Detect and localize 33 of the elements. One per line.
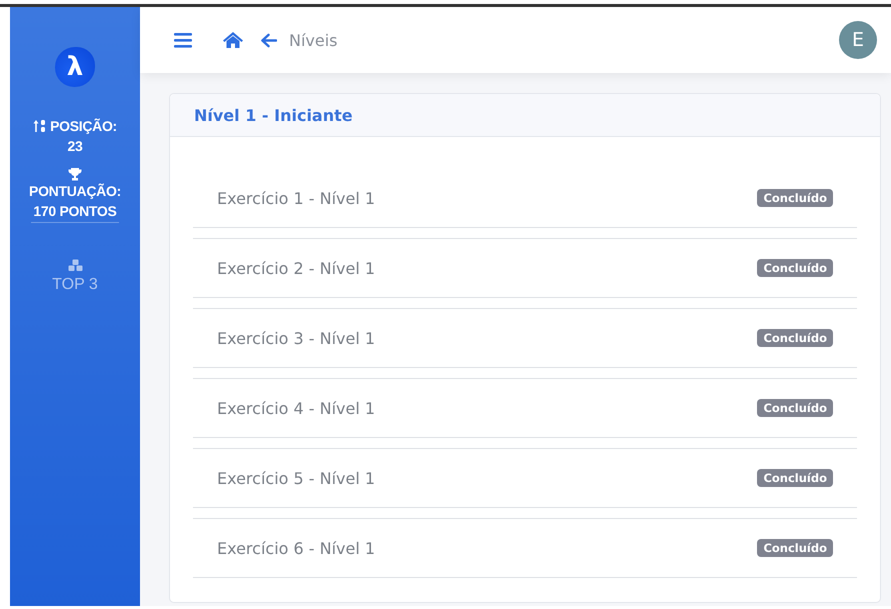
nav-item[interactable]: TOP 3 <box>52 259 98 294</box>
status-badge: Concluído <box>757 329 833 347</box>
page-title: Níveis <box>289 30 339 50</box>
exercise-item[interactable]: Exercício 6 - Nível 1 Concluído <box>193 518 857 578</box>
trophy-icon <box>68 168 82 181</box>
position-label: POSIÇÃO: <box>50 117 117 136</box>
exercise-name: Exercício 4 - Nível 1 <box>217 398 376 418</box>
exercise-name: Exercício 6 - Nível 1 <box>217 538 376 558</box>
back-arrow-icon[interactable] <box>260 32 277 48</box>
status-badge: Concluído <box>757 469 833 487</box>
status-badge: Concluído <box>757 259 833 277</box>
exercise-name: Exercício 1 - Nível 1 <box>217 188 376 208</box>
score-value: 170 PONTOS <box>31 201 119 223</box>
exercise-item[interactable]: Exercício 4 - Nível 1 Concluído <box>193 378 857 438</box>
score-label: PONTUAÇÃO: <box>29 182 121 201</box>
status-badge: Concluído <box>757 399 833 417</box>
exercise-item[interactable]: Exercício 2 - Nível 1 Concluído <box>193 238 857 298</box>
exercise-name: Exercício 5 - Nível 1 <box>217 468 376 488</box>
status-badge: Concluído <box>757 539 833 557</box>
exercise-name: Exercício 3 - Nível 1 <box>217 328 376 348</box>
exercise-name: Exercício 2 - Nível 1 <box>217 258 376 278</box>
exercise-item[interactable]: Exercício 1 - Nível 1 Concluído <box>193 168 857 228</box>
exercise-item[interactable]: Exercício 3 - Nível 1 Concluído <box>193 308 857 368</box>
exercise-item[interactable]: Exercício 5 - Nível 1 Concluído <box>193 448 857 508</box>
position-value: 23 <box>68 137 82 156</box>
user-avatar[interactable]: E <box>839 21 877 59</box>
level-title: Nível 1 - Iniciante <box>194 106 353 124</box>
status-badge: Concluído <box>757 189 833 207</box>
sort-icon <box>33 119 48 133</box>
home-icon[interactable] <box>222 31 244 49</box>
menu-icon[interactable] <box>174 32 192 48</box>
logo[interactable]: λ <box>55 47 95 87</box>
cubes-icon <box>68 259 82 272</box>
